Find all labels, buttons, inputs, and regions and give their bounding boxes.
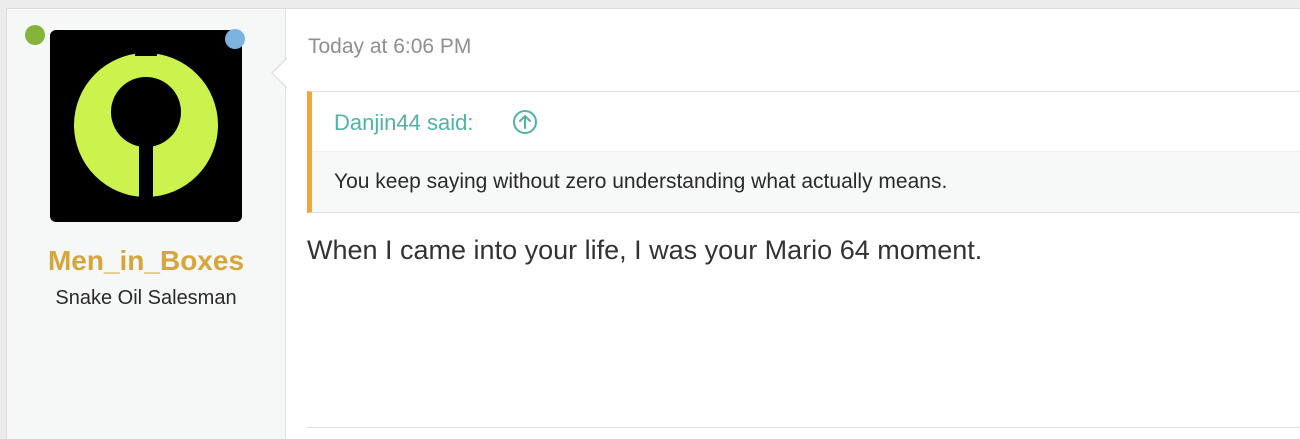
post-message: When I came into your life, I was your M… <box>307 235 983 265</box>
status-indicator-dot <box>225 29 245 49</box>
quote-header: Danjin44 said: <box>312 92 1300 152</box>
arrow-up-circle-icon[interactable] <box>512 109 538 135</box>
keyhole-logo-icon <box>74 30 218 205</box>
user-title: Snake Oil Salesman <box>55 287 237 309</box>
quote-author-link[interactable]: Danjin44 said: <box>334 110 473 136</box>
quote-text: You keep saying without zero understandi… <box>334 170 948 193</box>
avatar[interactable] <box>50 30 242 222</box>
post-timestamp[interactable]: Today at 6:06 PM <box>308 35 471 59</box>
user-sidebar: Men_in_Boxes Snake Oil Salesman <box>7 9 286 439</box>
online-status-dot <box>25 25 45 45</box>
quote-block: Danjin44 said: You keep saying without z… <box>307 91 1300 213</box>
post-footer-divider <box>307 427 1300 428</box>
username-link[interactable]: Men_in_Boxes <box>7 245 285 277</box>
speech-arrow-fill <box>273 58 288 88</box>
post-container: Men_in_Boxes Snake Oil Salesman Today at… <box>6 8 1300 439</box>
